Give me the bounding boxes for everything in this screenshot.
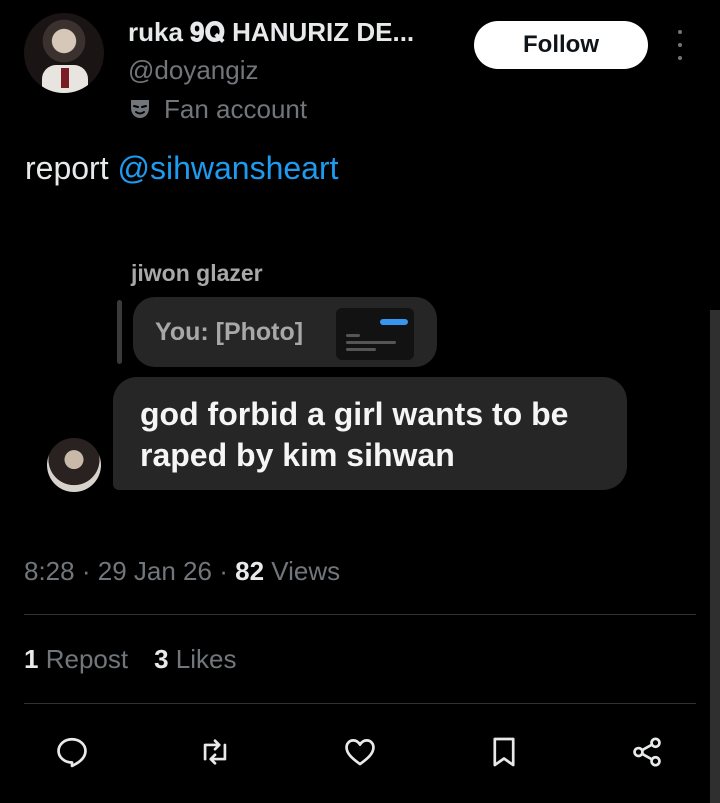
share-button[interactable] — [627, 732, 667, 772]
dm-reply-to-name: jiwon glazer — [131, 260, 263, 286]
repost-button[interactable] — [195, 732, 235, 772]
views-count: 82 — [235, 556, 265, 586]
post-stats: 1 Repost 3 Likes — [24, 644, 237, 675]
fan-mask-icon — [131, 100, 149, 118]
reposts-stat[interactable]: 1 Repost — [24, 644, 128, 675]
like-icon — [345, 739, 375, 766]
repost-icon — [203, 739, 227, 765]
divider — [24, 614, 696, 615]
dm-sender-avatar — [47, 438, 101, 492]
bookmark-icon — [493, 737, 515, 767]
dm-message-bubble: god forbid a girl wants to be raped by k… — [113, 377, 627, 490]
mention-link[interactable]: @sihwansheart — [117, 150, 338, 186]
dm-reply-preview: You: [Photo] — [155, 317, 304, 346]
dm-photo-thumbnail — [336, 308, 414, 360]
meta-separator: · — [81, 556, 91, 586]
reply-icon — [57, 737, 87, 768]
share-icon — [633, 737, 661, 767]
author-display-name[interactable]: ruka 𝟗𝐐 HANURIZ DE... — [128, 17, 414, 49]
like-button[interactable] — [340, 732, 380, 772]
more-options-icon[interactable] — [674, 30, 686, 60]
author-handle[interactable]: @doyangiz — [128, 55, 258, 86]
post-text-body: report — [25, 150, 109, 186]
author-avatar[interactable] — [24, 13, 104, 93]
post-text: report @sihwansheart — [25, 150, 339, 187]
post-date: 29 Jan 26 — [97, 556, 212, 586]
bookmark-button[interactable] — [484, 732, 524, 772]
dm-reply-bar — [117, 300, 122, 364]
fan-account-badge: Fan account — [128, 93, 307, 125]
post-timestamp: 8:28 · 29 Jan 26 · 82 Views — [24, 556, 340, 587]
views-label: Views — [271, 556, 341, 586]
divider — [24, 703, 696, 704]
post-time: 8:28 — [24, 556, 75, 586]
fan-account-label: Fan account — [164, 93, 308, 124]
likes-stat[interactable]: 3 Likes — [154, 644, 236, 675]
reply-button[interactable] — [52, 732, 92, 772]
scrollbar[interactable] — [710, 310, 720, 803]
avatar-tie — [61, 68, 69, 88]
meta-separator: · — [219, 556, 228, 586]
follow-button[interactable]: Follow — [474, 21, 648, 69]
